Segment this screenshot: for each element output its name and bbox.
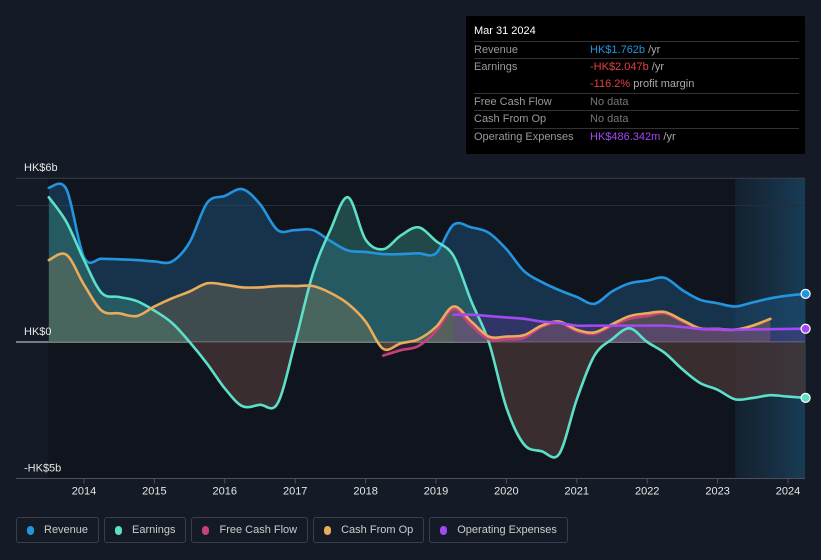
- legend-dot-icon: [27, 525, 34, 535]
- tooltip-row: Revenue HK$1.762b /yr: [474, 41, 799, 59]
- legend-label: Revenue: [44, 524, 89, 536]
- tooltip-date: Mar 31 2024: [474, 25, 536, 37]
- legend-dot-icon: [115, 525, 123, 535]
- tooltip-row: -116.2% profit margin: [474, 76, 799, 93]
- tooltip-row-value: No data: [590, 113, 629, 125]
- x-tick-label: 2019: [424, 486, 448, 498]
- tooltip-row-label: Revenue: [474, 44, 519, 56]
- legend-item-free-cash-flow[interactable]: Free Cash Flow: [191, 517, 309, 543]
- legend-dot-icon: [202, 525, 210, 535]
- tooltip-row-label: Earnings: [474, 61, 518, 74]
- tooltip-row-value: No data: [590, 96, 629, 108]
- tooltip-value-text: HK$1.762b: [590, 44, 646, 56]
- tooltip-row-label: Free Cash Flow: [474, 95, 552, 108]
- tooltip-value-text: No data: [590, 95, 629, 108]
- tooltip-row: Earnings -HK$2.047b /yr: [474, 58, 799, 76]
- y-tick-label: -HK$5b: [24, 463, 61, 475]
- x-tick-label: 2021: [565, 486, 589, 498]
- x-tick-label: 2022: [635, 486, 659, 498]
- x-tick-label: 2023: [705, 486, 729, 498]
- legend: Revenue Earnings Free Cash Flow Cash From O…: [16, 517, 568, 543]
- tooltip-value-text: -HK$2.047b: [590, 61, 649, 74]
- tooltip-unit-text: /yr: [645, 44, 661, 56]
- tooltip-row-label: Operating Expenses: [474, 130, 574, 143]
- earnings-end-marker: [800, 392, 811, 403]
- x-tick-label: 2018: [353, 486, 377, 498]
- tooltip-unit-text: profit margin: [630, 77, 695, 90]
- tooltip-row-value: HK$486.342m /yr: [590, 131, 676, 143]
- x-tick-label: 2017: [283, 486, 307, 498]
- tooltip-row: Operating Expenses HK$486.342m /yr: [474, 127, 799, 146]
- legend-dot-icon: [324, 525, 332, 535]
- operating-expenses-end-marker: [800, 323, 811, 334]
- x-tick-label: 2014: [72, 486, 96, 498]
- x-tick-label: 2024: [776, 486, 800, 498]
- y-tick-label: HK$0: [24, 326, 52, 338]
- legend-item-operating-expenses[interactable]: Operating Expenses: [429, 517, 568, 543]
- tooltip: Mar 31 2024 Revenue HK$1.762b /yr Earnings…: [466, 16, 805, 154]
- tooltip-row-label: Cash From Op: [474, 113, 547, 126]
- tooltip-unit-text: /yr: [648, 61, 664, 74]
- legend-label: Operating Expenses: [457, 524, 557, 536]
- tooltip-value-text: HK$486.342m: [590, 130, 661, 143]
- x-tick-label: 2015: [142, 486, 166, 498]
- x-tick-label: 2016: [213, 486, 237, 498]
- tooltip-row-value: HK$1.762b /yr: [590, 44, 660, 56]
- tooltip-row: Cash From Op No data: [474, 110, 799, 128]
- revenue-end-marker: [800, 288, 811, 299]
- x-tick-label: 2020: [494, 486, 518, 498]
- legend-item-cash-from-op[interactable]: Cash From Op: [313, 517, 425, 543]
- legend-dot-icon: [440, 525, 448, 535]
- legend-item-revenue[interactable]: Revenue: [16, 517, 100, 543]
- legend-label: Cash From Op: [341, 524, 414, 536]
- legend-item-earnings[interactable]: Earnings: [104, 517, 187, 543]
- tooltip-unit-text: /yr: [660, 130, 676, 143]
- tooltip-value-text: No data: [590, 113, 629, 126]
- legend-label: Earnings: [132, 524, 176, 536]
- x-axis-ticks: 2014 2015 2016 2017 2018 2019 2020 2021 2022 2023…: [72, 478, 800, 498]
- tooltip-row: Free Cash Flow No data: [474, 92, 799, 111]
- tooltip-row-value: -HK$2.047b /yr: [590, 61, 664, 73]
- legend-label: Free Cash Flow: [219, 524, 298, 536]
- tooltip-value-text: -116.2%: [590, 77, 631, 90]
- y-tick-label: HK$6b: [24, 162, 58, 174]
- tooltip-row-value: -116.2% profit margin: [590, 78, 694, 90]
